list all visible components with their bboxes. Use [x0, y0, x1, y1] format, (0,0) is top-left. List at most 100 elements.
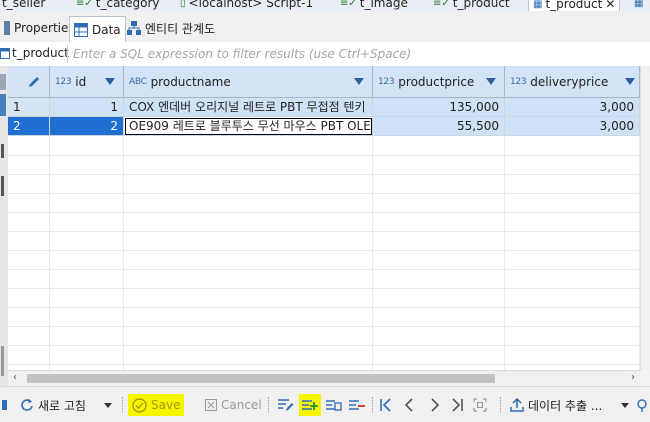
fetch-all-button[interactable]: [473, 395, 487, 415]
editor-tab-t-seller[interactable]: t_seller: [2, 0, 45, 11]
scroll-left-icon[interactable]: ‹: [13, 372, 17, 383]
export-data-button[interactable]: 데이터 추출 ...: [510, 395, 602, 415]
save-button[interactable]: Save: [128, 394, 185, 416]
grid-view-icon[interactable]: [0, 94, 6, 116]
edit-row-icon: [278, 398, 294, 412]
grid-line: [504, 136, 505, 370]
grid-line: [8, 307, 640, 308]
export-dropdown-icon[interactable]: [621, 395, 629, 415]
sort-arrow-icon[interactable]: [486, 78, 496, 85]
panel-marker: [1, 346, 4, 376]
fetch-icon: [473, 398, 487, 412]
column-header-deliveryprice[interactable]: 123 deliveryprice: [505, 66, 640, 98]
scroll-right-icon[interactable]: ›: [631, 372, 635, 383]
add-row-icon: [302, 398, 318, 412]
table-cell-id[interactable]: 1: [50, 98, 124, 117]
table-cell-productname[interactable]: COX 엔데버 오리지널 레트로 PBT 무접점 텐키: [124, 98, 373, 117]
delete-row-button[interactable]: [349, 395, 365, 415]
filter-bar: t_product: [0, 42, 650, 67]
row-number[interactable]: 2: [8, 117, 50, 136]
data-grid[interactable]: 123 id ABC productname 123 productprice …: [8, 66, 640, 370]
grid-line: [8, 288, 640, 289]
close-icon[interactable]: ✕: [605, 0, 615, 11]
refresh-dropdown-icon[interactable]: [104, 395, 112, 415]
editor-tab-label: t_image: [359, 0, 408, 10]
horizontal-scrollbar[interactable]: ‹ ›: [8, 370, 640, 386]
cancel-label: Cancel: [221, 398, 262, 412]
table-icon: ≡✓: [340, 0, 357, 9]
last-page-button[interactable]: [451, 395, 463, 415]
grid-line: [8, 193, 640, 194]
vertical-scrollbar[interactable]: [640, 66, 650, 370]
horizontal-scroll-thumb[interactable]: [27, 374, 495, 383]
add-row-button[interactable]: [299, 394, 321, 416]
editor-tab-script[interactable]: ▯ <localhost> Script-1: [180, 0, 313, 11]
table-icon: [0, 47, 10, 59]
save-label: Save: [151, 398, 181, 412]
export-label: 데이터 추출 ...: [528, 398, 603, 413]
data-grid-icon: [74, 22, 88, 37]
grid-line: [8, 364, 640, 365]
panel-marker: [1, 176, 4, 196]
table-cell-productprice[interactable]: 55,500: [373, 117, 505, 136]
sub-tab-bar: Properties Data 엔티티 관계도: [0, 11, 650, 43]
grid-line: [372, 136, 373, 370]
editor-tab-t-product[interactable]: ≡✓ t_product: [433, 0, 510, 11]
grid-corner[interactable]: [8, 66, 50, 98]
script-icon: ▯: [180, 0, 186, 9]
first-page-button[interactable]: [380, 395, 392, 415]
text-type-icon: ABC: [129, 76, 147, 87]
panel-toggle-icon[interactable]: [0, 74, 6, 90]
column-header-productprice[interactable]: 123 productprice: [373, 66, 505, 98]
grid-line: [123, 136, 124, 370]
table-cell-deliveryprice[interactable]: 3,000: [505, 117, 640, 136]
tab-er-diagram[interactable]: 엔티티 관계도: [123, 17, 219, 39]
next-page-button[interactable]: [430, 395, 440, 415]
sort-arrow-icon[interactable]: [625, 78, 635, 85]
tab-label: Data: [92, 22, 121, 37]
chevron-right-icon: [430, 398, 440, 412]
more-tabs-icon[interactable]: ▦: [634, 0, 643, 11]
refresh-label: 새로 고침: [38, 398, 86, 413]
toolbar-separator: [122, 397, 124, 413]
more-tools-icon[interactable]: [636, 395, 648, 415]
grid-line: [8, 174, 640, 175]
toolbar-separator: [268, 397, 270, 413]
editor-tab-label: t_category: [95, 0, 160, 10]
edit-pencil-icon: [27, 75, 41, 89]
edit-row-button[interactable]: [278, 395, 294, 415]
editor-tab-label: t_product: [452, 0, 510, 10]
editor-tab-t-image[interactable]: ≡✓ t_image: [340, 0, 408, 11]
grid-line: [8, 345, 640, 346]
sort-arrow-icon[interactable]: [105, 78, 115, 85]
table-icon: ≡✓: [433, 0, 450, 9]
grid-line: [8, 212, 640, 213]
filter-input[interactable]: [71, 44, 645, 64]
numeric-type-icon: 123: [510, 76, 527, 87]
panel-icon[interactable]: [2, 395, 8, 415]
last-page-icon: [451, 398, 463, 412]
table-cell-productprice[interactable]: 135,000: [373, 98, 505, 117]
table-cell-id[interactable]: 2: [50, 117, 124, 136]
table-cell-deliveryprice[interactable]: 3,000: [505, 98, 640, 117]
refresh-button[interactable]: 새로 고침: [20, 395, 86, 415]
column-header-productname[interactable]: ABC productname: [124, 66, 373, 98]
cancel-button[interactable]: Cancel: [205, 395, 262, 415]
sort-arrow-icon[interactable]: [354, 78, 364, 85]
bottom-toolbar: 새로 고침 Save Cancel 데이터 추출 ...: [0, 386, 650, 422]
prev-page-button[interactable]: [404, 395, 414, 415]
tab-data[interactable]: Data: [69, 16, 126, 42]
editor-tab-t-category[interactable]: ≡✓ t_category: [76, 0, 160, 11]
column-header-label: productname: [150, 74, 231, 89]
chevron-left-icon: [404, 398, 414, 412]
er-diagram-icon: [127, 21, 141, 35]
column-header-id[interactable]: 123 id: [50, 66, 124, 98]
table-cell-productname[interactable]: OE909 레트로 블루투스 무선 마우스 PBT OLED: [124, 117, 373, 136]
tab-properties[interactable]: Properties: [0, 17, 79, 39]
properties-icon: [4, 21, 10, 35]
numeric-type-icon: 123: [378, 76, 395, 87]
copy-row-button[interactable]: [326, 395, 342, 415]
toolbar-separator: [372, 397, 374, 413]
row-number[interactable]: 1: [8, 98, 50, 117]
refresh-icon: [20, 398, 34, 412]
